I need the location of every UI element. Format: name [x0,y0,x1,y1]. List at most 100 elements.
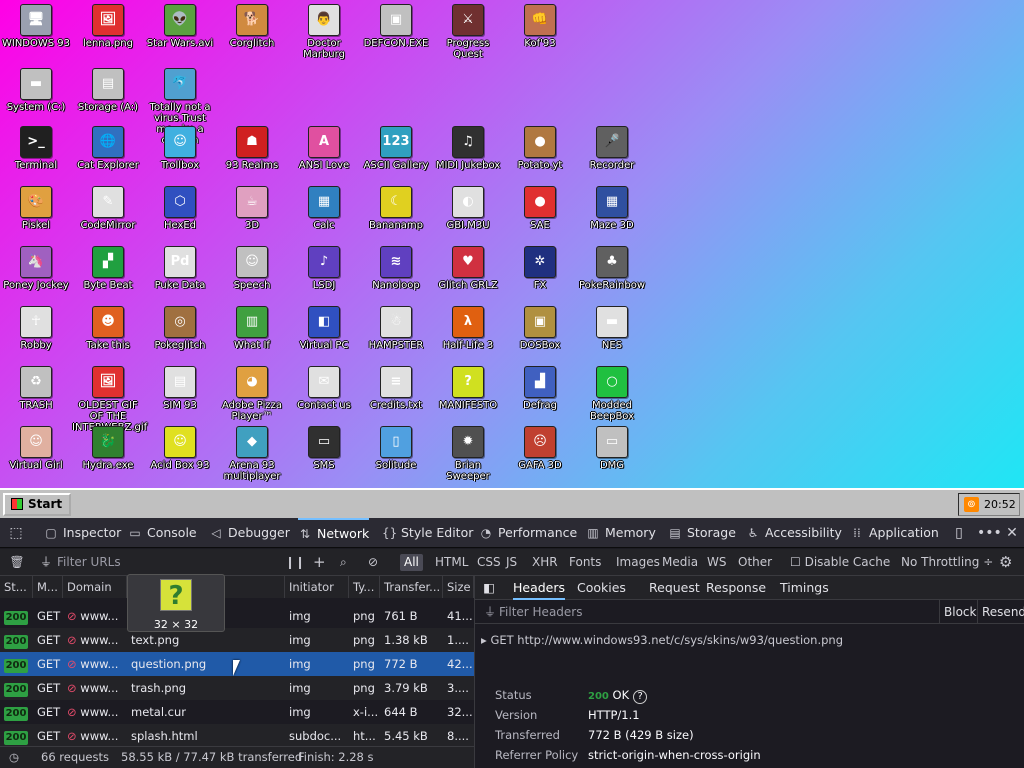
element-picker-icon[interactable]: ⬚ [6,518,26,548]
desktop-icon[interactable]: ☥ Robby [0,306,72,351]
responsive-mode-icon[interactable]: ▯ [950,518,968,548]
desktop-icon[interactable]: ☾ Bananamp [360,186,432,231]
add-icon[interactable]: + [313,549,326,576]
help-icon[interactable]: ? [633,690,648,704]
desktop-icon[interactable]: ◆ Arena 93 multiplayer [216,426,288,482]
table-row[interactable]: 200 GET ⊘ www... img png 761 B 41... [0,604,474,628]
desktop-icon[interactable]: ● SAE [504,186,576,231]
tab-accessibility[interactable]: ♿ Accessibility [746,518,842,548]
tab-cookies[interactable]: Cookies [577,576,626,600]
desktop-icon[interactable]: Pd Puke Data [144,246,216,291]
desktop-icon[interactable]: ▭ SMS [288,426,360,471]
desktop-icon[interactable]: ☕ 3D [216,186,288,231]
desktop-icon[interactable]: 🐕 Corglitch [216,4,288,49]
tab-headers[interactable]: Headers [513,576,566,600]
table-row[interactable]: 200 GET ⊘ www... splash.html subdoc... ht... 5… [0,724,474,748]
filter-other[interactable]: Other [734,554,776,571]
desktop-icon[interactable]: ☺ Speech [216,246,288,291]
desktop-icon[interactable]: ☻ Take this [72,306,144,351]
desktop-icon[interactable]: 🦄 Poney Jockey [0,246,72,291]
table-row[interactable]: 200 GET ⊘ www... text.png img png 1.38 kB 1.... [0,628,474,652]
rss-icon[interactable]: ⊚ [964,497,979,512]
desktop-icon[interactable]: 🎤 Recorder [576,126,648,171]
desktop-icon[interactable]: ♥ Glitch GRLZ [432,246,504,291]
filter-ws[interactable]: WS [703,554,730,571]
tab-response[interactable]: Response [706,576,766,600]
desktop-icon[interactable]: 123 ASCII Gallery [360,126,432,171]
desktop-icon[interactable]: ? MANIFESTO [432,366,504,411]
desktop-icon[interactable]: 🖥 WINDOWS 93 [0,4,72,49]
desktop-icon[interactable]: ▬ NES [576,306,648,351]
desktop-icon[interactable]: 🖼OLDEST GIF OF THE INTERWEBZ.gif [72,366,147,433]
desktop-icon[interactable]: ▟ Defrag [504,366,576,411]
tab-storage[interactable]: ▤ Storage [668,518,736,548]
desktop-icon[interactable]: A ANSI Love [288,126,360,171]
trash-icon[interactable]: 🗑 [9,549,25,576]
desktop-icon[interactable]: ● Potato.yt [504,126,576,171]
desktop-icon[interactable]: ▤ Storage (A:) [72,68,144,113]
disable-cache-checkbox[interactable]: ☐ Disable Cache [790,549,890,576]
desktop-icon[interactable]: ◐ GBI.M3U [432,186,504,231]
desktop-icon[interactable]: ☗ 93 Realms [216,126,288,171]
filter-js[interactable]: JS [502,554,521,571]
start-button[interactable]: Start [3,493,71,516]
search-icon[interactable]: ⌕ [340,549,347,576]
desktop-icon[interactable]: ☺ Acid Box 93 [144,426,216,471]
desktop-icon[interactable]: 🖼 lenna.png [72,4,144,49]
filter-headers-input[interactable]: Filter Headers [499,600,582,624]
desktop-icon[interactable]: 👊 Kof'93 [504,4,576,49]
desktop-icon[interactable]: ▥ What If [216,306,288,351]
tab-timings[interactable]: Timings [780,576,829,600]
desktop-icon[interactable]: ☺ Virtual Girl [0,426,72,471]
close-icon[interactable]: ✕ [1003,518,1021,548]
filter-media[interactable]: Media [658,554,702,571]
desktop-icon[interactable]: >_ Terminal [0,126,72,171]
desktop-icon[interactable]: ✎ CodeMirror [72,186,144,231]
tab-debugger[interactable]: ◁ Debugger [209,518,290,548]
table-row[interactable]: 200 GET ⊘ www... metal.cur img x-i... 644 B 32.… [0,700,474,724]
throttling-select[interactable]: No Throttling ÷ [901,549,993,576]
filter-html[interactable]: HTML [431,554,472,571]
toggle-panel-icon[interactable]: ◧ [483,576,497,600]
desktop-icon[interactable]: 👨 Doctor Marburg [288,4,360,60]
filter-xhr[interactable]: XHR [528,554,562,571]
filter-fonts[interactable]: Fonts [565,554,605,571]
desktop-icon[interactable]: ✉ Contact us [288,366,360,411]
desktop-icon[interactable]: ▦ Calc [288,186,360,231]
filter-images[interactable]: Images [612,554,664,571]
desktop-icon[interactable]: ◧ Virtual PC [288,306,360,351]
filter-css[interactable]: CSS [473,554,505,571]
column-header[interactable]: St... [0,576,33,598]
desktop-icon[interactable]: ⬡ HexEd [144,186,216,231]
column-header[interactable]: Ty... [349,576,380,598]
desktop-icon[interactable]: ≋ Nanoloop [360,246,432,291]
desktop-icon[interactable]: ▦ Maze 3D [576,186,648,231]
desktop-icon[interactable]: ▣ DEFCON.EXE [360,4,432,49]
block-button[interactable]: Block [939,600,980,624]
desktop-icon[interactable]: ◎ Pokeglitch [144,306,216,351]
desktop-icon[interactable]: ▞ Byte Beat [72,246,144,291]
desktop-icon[interactable]: ♫ MIDI Jukebox [432,126,504,171]
desktop-icon[interactable]: λ Half-Life 3 [432,306,504,351]
tab-style-editor[interactable]: {} Style Editor [382,518,473,548]
tab-performance[interactable]: ◔ Performance [479,518,577,548]
desktop-icon[interactable]: ☹ GAFA 3D [504,426,576,471]
resend-button[interactable]: Resend [977,600,1024,624]
desktop-icon[interactable]: 🎨 Piskel [0,186,72,231]
desktop-icon[interactable]: ☺ Trollbox [144,126,216,171]
desktop-icon[interactable]: ⚔ Progress Quest [432,4,504,60]
tab-inspector[interactable]: ▢ Inspector [44,518,121,548]
desktop-icon[interactable]: 🐉 Hydra.exe [72,426,144,471]
request-url-line[interactable]: ▸ GET http://www.windows93.net/c/sys/ski… [481,630,1021,650]
tab-memory[interactable]: ▥ Memory [586,518,656,548]
table-row[interactable]: 200 GET ⊘ www... trash.png img png 3.79 kB 3...… [0,676,474,700]
filter-urls-input[interactable]: Filter URLs [57,549,121,576]
desktop-icon[interactable]: ≡ Credits.txt [360,366,432,411]
desktop-icon[interactable]: ▯ Solitude [360,426,432,471]
desktop-icon[interactable]: ▣ DOSBox [504,306,576,351]
desktop-icon[interactable]: ☃ HAMPSTER [360,306,432,351]
desktop-icon[interactable]: ✲ FX [504,246,576,291]
column-header[interactable]: Initiator [285,576,349,598]
desktop-icon[interactable]: ♪ LSDJ [288,246,360,291]
column-header[interactable]: Domain [63,576,127,598]
